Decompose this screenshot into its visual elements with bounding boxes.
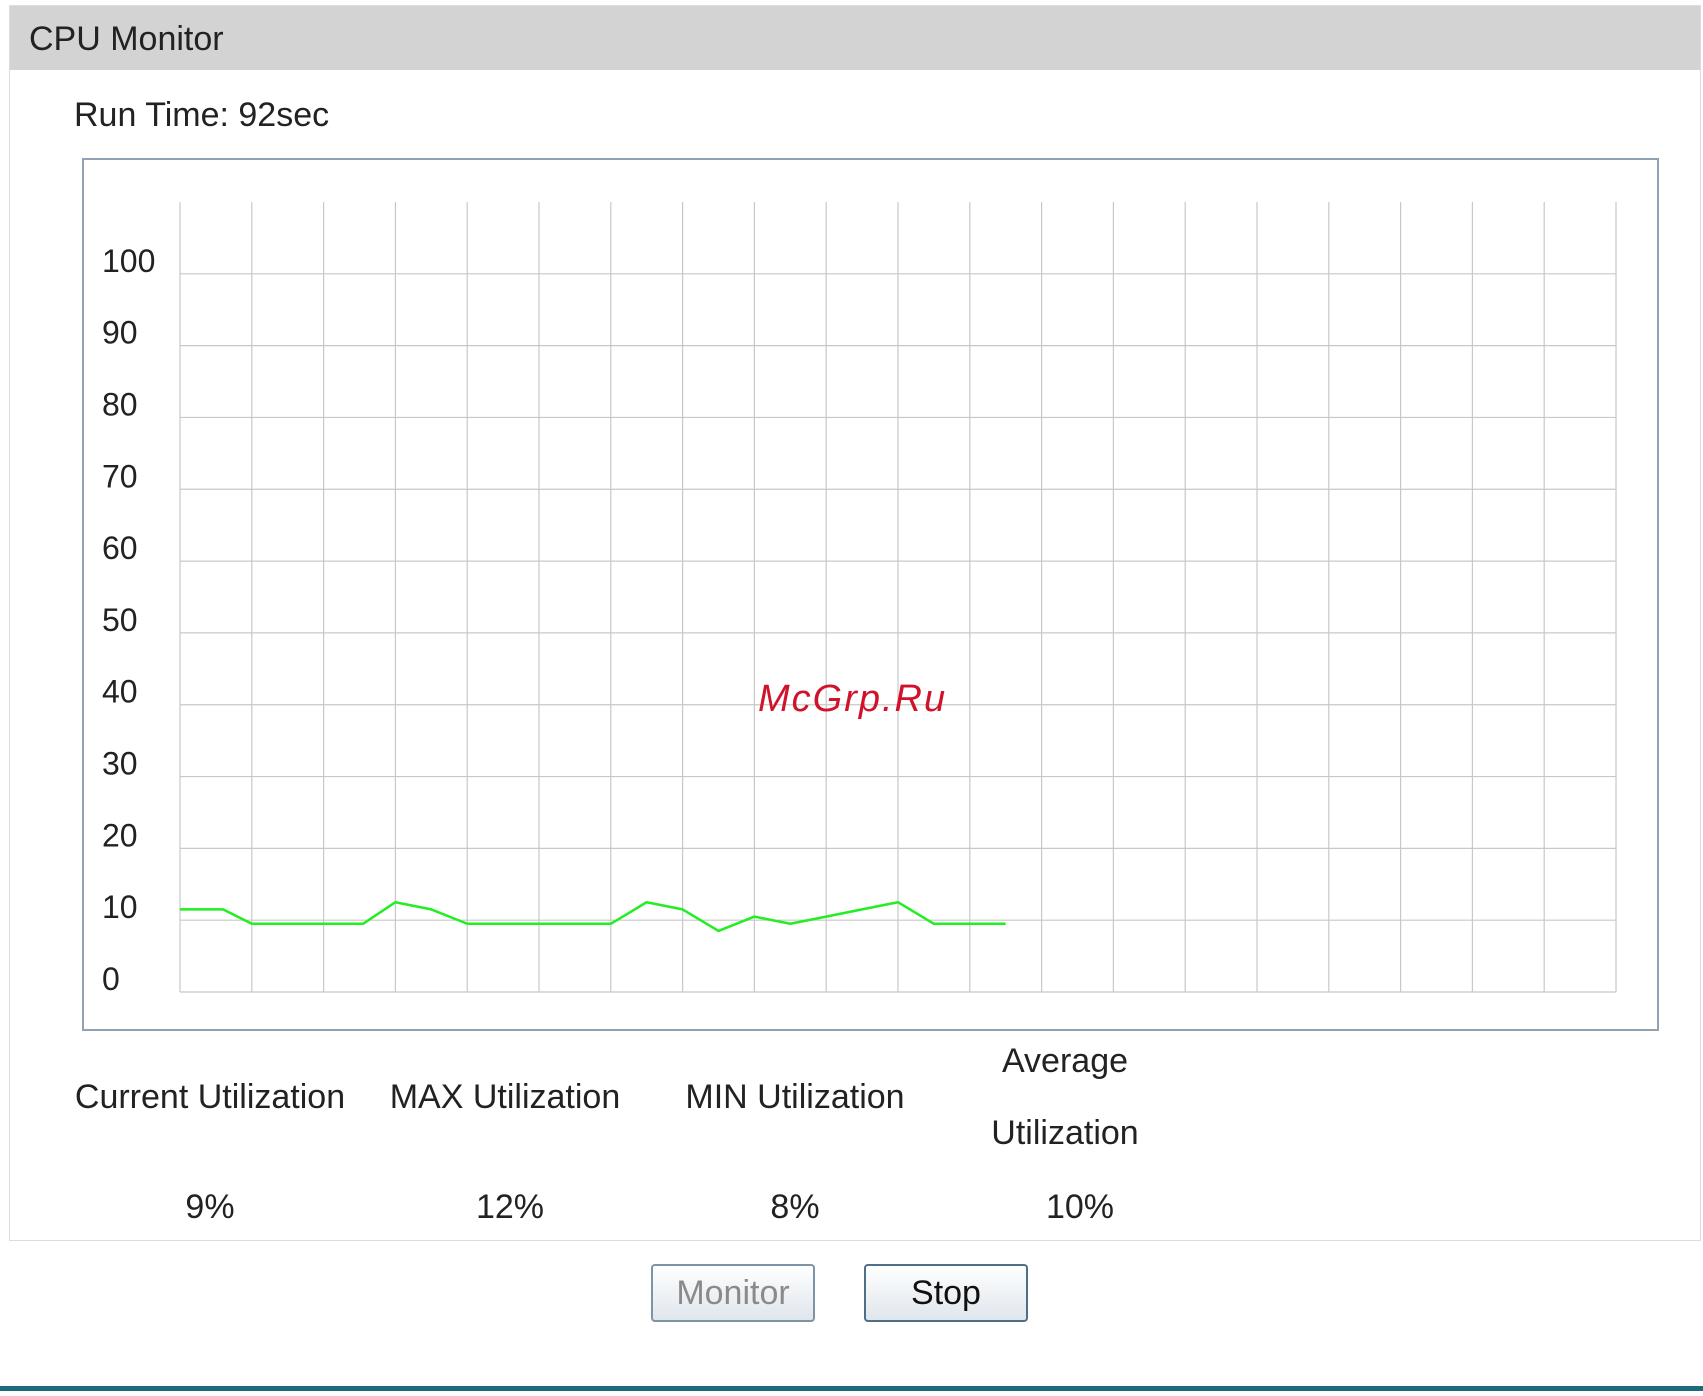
footer-divider [0,1386,1703,1391]
max-utilization-value: 12% [475,1188,545,1226]
stop-button[interactable]: Stop [864,1264,1028,1322]
cpu-monitor-panel: CPU Monitor Run Time: 92sec 0 10 20 30 40 50 6… [9,5,1701,1241]
max-utilization-label: MAX Utilization [389,1078,621,1116]
current-utilization-value: 9% [185,1188,235,1226]
average-utilization-label-line2: Utilization [991,1114,1139,1152]
watermark: McGrp.Ru [758,678,948,720]
min-utilization-value: 8% [770,1188,820,1226]
current-utilization-label: Current Utilization [74,1078,346,1116]
utilization-stats: Current Utilization MAX Utilization MIN … [10,6,1700,1240]
monitor-button[interactable]: Monitor [651,1264,815,1322]
min-utilization-label: MIN Utilization [685,1078,905,1116]
average-utilization-label-line1: Average [1001,1042,1129,1080]
average-utilization-value: 10% [1045,1188,1115,1226]
